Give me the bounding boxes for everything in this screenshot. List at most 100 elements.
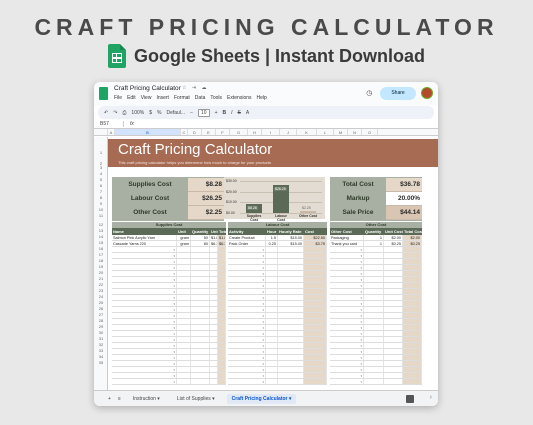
table-cell[interactable]: $15.00: [278, 235, 304, 240]
table-cell[interactable]: [403, 289, 422, 294]
strikethrough-icon[interactable]: S: [238, 110, 241, 116]
table-cell[interactable]: [191, 259, 210, 264]
table-cell[interactable]: [384, 349, 403, 354]
menu-item-view[interactable]: View: [141, 95, 152, 101]
table-cell[interactable]: [403, 259, 422, 264]
table-cell[interactable]: [210, 325, 218, 330]
table-cell[interactable]: ▾: [330, 361, 364, 366]
row-number[interactable]: 26: [94, 306, 108, 311]
dropdown-arrow-icon[interactable]: ▾: [262, 260, 265, 264]
table-cell[interactable]: $2.00: [384, 235, 403, 240]
dropdown-arrow-icon[interactable]: ▾: [262, 356, 265, 360]
table-cell[interactable]: ▾: [228, 373, 266, 378]
table-cell[interactable]: [191, 247, 210, 252]
table-cell[interactable]: ▾: [112, 259, 177, 264]
table-cell[interactable]: [191, 331, 210, 336]
row-number[interactable]: 30: [94, 330, 108, 335]
table-cell[interactable]: ▾: [112, 331, 177, 336]
table-cell[interactable]: ▾: [228, 277, 266, 282]
table-cell[interactable]: ▾: [112, 307, 177, 312]
table-cell[interactable]: [218, 283, 226, 288]
table-cell[interactable]: [218, 295, 226, 300]
table-cell[interactable]: ▾: [330, 367, 364, 372]
dropdown-arrow-icon[interactable]: ▾: [360, 332, 363, 336]
table-cell[interactable]: [177, 349, 191, 354]
table-cell[interactable]: [364, 253, 384, 258]
column-header[interactable]: O: [362, 129, 378, 135]
table-cell[interactable]: [403, 361, 422, 366]
table-cell[interactable]: [304, 367, 327, 372]
table-cell[interactable]: ▾: [330, 319, 364, 324]
table-cell[interactable]: [177, 307, 191, 312]
summary-value[interactable]: $44.14: [386, 206, 422, 220]
table-cell[interactable]: ▾: [330, 283, 364, 288]
table-cell[interactable]: [278, 355, 304, 360]
table-cell[interactable]: ▾: [228, 349, 266, 354]
table-cell[interactable]: ▾: [228, 325, 266, 330]
table-cell[interactable]: [177, 277, 191, 282]
table-cell[interactable]: [218, 367, 226, 372]
dropdown-arrow-icon[interactable]: ▾: [173, 332, 176, 336]
font-select[interactable]: Defaul...: [166, 110, 185, 116]
table-cell[interactable]: ▾: [112, 313, 177, 318]
font-size-plus[interactable]: +: [215, 110, 218, 116]
table-cell[interactable]: [278, 337, 304, 342]
table-cell[interactable]: ▾: [112, 301, 177, 306]
dropdown-arrow-icon[interactable]: ▾: [173, 266, 176, 270]
table-cell[interactable]: [266, 271, 278, 276]
column-header[interactable]: A: [108, 129, 115, 135]
table-cell[interactable]: [278, 259, 304, 264]
row-number[interactable]: 4: [94, 171, 108, 176]
table-cell[interactable]: Pack Order: [228, 241, 266, 246]
table-cell[interactable]: [210, 265, 218, 270]
dropdown-arrow-icon[interactable]: ▾: [173, 314, 176, 318]
table-cell[interactable]: ▾: [228, 337, 266, 342]
table-cell[interactable]: ▾: [330, 259, 364, 264]
column-header[interactable]: E: [202, 129, 216, 135]
table-cell[interactable]: [384, 313, 403, 318]
row-number[interactable]: 7: [94, 189, 108, 194]
table-cell[interactable]: [218, 319, 226, 324]
dropdown-arrow-icon[interactable]: ▾: [360, 266, 363, 270]
table-cell[interactable]: [403, 295, 422, 300]
table-cell[interactable]: [364, 277, 384, 282]
table-cell[interactable]: [191, 319, 210, 324]
table-cell[interactable]: [210, 283, 218, 288]
table-cell[interactable]: ▾: [228, 247, 266, 252]
table-cell[interactable]: [266, 349, 278, 354]
column-header[interactable]: F: [216, 129, 230, 135]
chevron-down-icon[interactable]: ▾: [156, 396, 160, 402]
table-cell[interactable]: ▾: [228, 307, 266, 312]
dropdown-arrow-icon[interactable]: ▾: [173, 320, 176, 324]
table-cell[interactable]: [304, 331, 327, 336]
menu-item-file[interactable]: File: [114, 95, 122, 101]
row-number[interactable]: 33: [94, 348, 108, 353]
table-cell[interactable]: [266, 361, 278, 366]
table-cell[interactable]: [384, 289, 403, 294]
table-cell[interactable]: [266, 301, 278, 306]
table-cell[interactable]: [278, 301, 304, 306]
table-cell[interactable]: [364, 361, 384, 366]
summary-value[interactable]: $8.28: [188, 178, 224, 192]
history-icon[interactable]: ◷: [366, 89, 372, 97]
table-cell[interactable]: ▾: [330, 277, 364, 282]
menu-item-format[interactable]: Format: [174, 95, 190, 101]
table-cell[interactable]: [210, 343, 218, 348]
column-header[interactable]: C: [181, 129, 188, 135]
dropdown-arrow-icon[interactable]: ▾: [173, 338, 176, 342]
table-cell[interactable]: [210, 301, 218, 306]
table-cell[interactable]: [304, 271, 327, 276]
dropdown-arrow-icon[interactable]: ▾: [173, 350, 176, 354]
table-cell[interactable]: [218, 337, 226, 342]
table-cell[interactable]: ▾: [112, 319, 177, 324]
table-cell[interactable]: [177, 265, 191, 270]
table-cell[interactable]: [278, 367, 304, 372]
row-number[interactable]: 31: [94, 336, 108, 341]
table-cell[interactable]: [191, 295, 210, 300]
table-cell[interactable]: [266, 367, 278, 372]
table-cell[interactable]: [384, 307, 403, 312]
table-cell[interactable]: [403, 367, 422, 372]
table-cell[interactable]: [364, 259, 384, 264]
table-cell[interactable]: ▾: [330, 355, 364, 360]
dropdown-arrow-icon[interactable]: ▾: [262, 272, 265, 276]
